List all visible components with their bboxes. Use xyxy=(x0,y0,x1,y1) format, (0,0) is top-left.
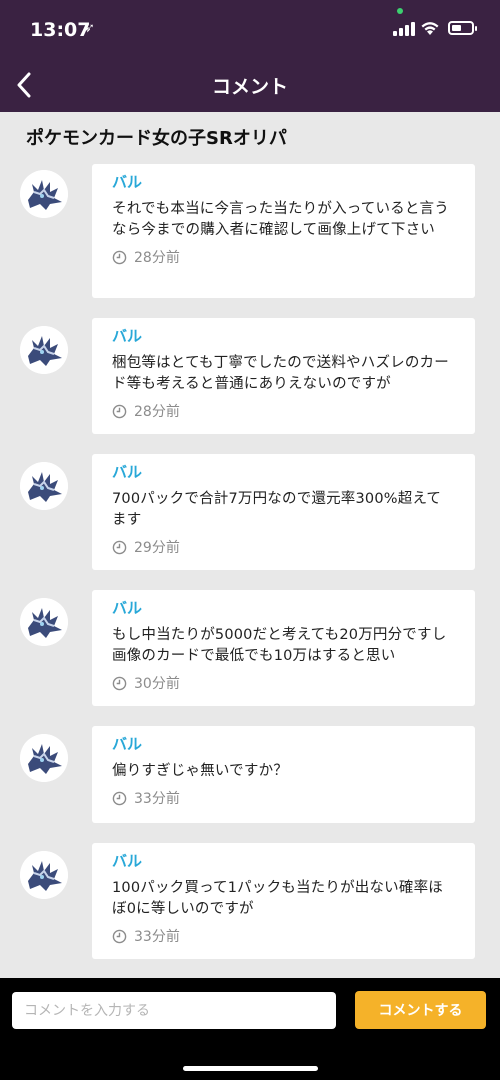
post-title: ポケモンカード女の子SRオリパ xyxy=(26,128,287,149)
comment-text: 100パック買って1パックも当たりが出ない確率ほぼ0に等しいのですが xyxy=(112,880,443,917)
comment-text: 700パックで合計7万円なので還元率300%超えてます xyxy=(112,491,442,528)
clock-icon xyxy=(112,404,127,418)
comment-time: 29分前 xyxy=(112,537,455,557)
clock-icon xyxy=(112,540,127,554)
avatar-dragon-icon xyxy=(20,598,68,646)
comment-time-label: 29分前 xyxy=(134,540,180,556)
status-time: 13:07 xyxy=(30,19,91,41)
avatar-dragon-icon xyxy=(20,170,68,218)
comment-time: 33分前 xyxy=(112,926,455,946)
comment-card: バル 700パックで合計7万円なので還元率300%超えてます 29分前 xyxy=(92,454,475,570)
comment-text: もし中当たりが5000だと考えても20万円分ですし画像のカードで最低でも10万は… xyxy=(112,627,447,664)
avatar-dragon-icon xyxy=(20,851,68,899)
comment-author[interactable]: バル xyxy=(112,734,455,754)
comment-author[interactable]: バル xyxy=(112,851,455,871)
comment-author[interactable]: バル xyxy=(112,598,455,618)
clock-icon xyxy=(112,676,127,690)
comment-card: バル 100パック買って1パックも当たりが出ない確率ほぼ0に等しいのですが 33… xyxy=(92,843,475,959)
battery-icon xyxy=(448,21,477,35)
home-indicator[interactable] xyxy=(183,1066,318,1071)
avatar-dragon-icon xyxy=(20,326,68,374)
avatar[interactable] xyxy=(20,170,68,218)
top-bar: 13:07 ➶ コメント xyxy=(0,0,500,112)
location-icon: ➶ xyxy=(84,21,95,36)
comment-time: 28分前 xyxy=(112,247,455,267)
comment-time-label: 28分前 xyxy=(134,250,180,266)
avatar[interactable] xyxy=(20,326,68,374)
comment-card: バル それでも本当に今言った当たりが入っていると言うなら今までの購入者に確認して… xyxy=(92,164,475,298)
avatar-dragon-icon xyxy=(20,734,68,782)
submit-comment-button[interactable]: コメントする xyxy=(355,991,486,1029)
avatar-dragon-icon xyxy=(20,462,68,510)
clock-icon xyxy=(112,250,127,264)
clock-icon xyxy=(112,791,127,805)
nav-title: コメント xyxy=(211,76,288,98)
comment-text: 梱包等はとても丁寧でしたので送料やハズレのカード等も考えると普通にありえないので… xyxy=(112,355,449,392)
avatar[interactable] xyxy=(20,851,68,899)
comment-author[interactable]: バル xyxy=(112,462,455,482)
privacy-indicator-icon xyxy=(397,8,403,14)
comment-time: 30分前 xyxy=(112,673,455,693)
avatar[interactable] xyxy=(20,462,68,510)
comment-author[interactable]: バル xyxy=(112,326,455,346)
comment-compose-bar: コメントする xyxy=(0,978,500,1080)
comment-author[interactable]: バル xyxy=(112,172,455,192)
comment-text: それでも本当に今言った当たりが入っていると言うなら今までの購入者に確認して画像上… xyxy=(112,201,449,238)
comment-time-label: 33分前 xyxy=(134,791,180,807)
avatar[interactable] xyxy=(20,598,68,646)
comment-time-label: 33分前 xyxy=(134,929,180,945)
wifi-icon xyxy=(421,22,439,35)
comment-input[interactable] xyxy=(12,992,336,1029)
avatar[interactable] xyxy=(20,734,68,782)
clock-icon xyxy=(112,929,127,943)
comment-time: 33分前 xyxy=(112,788,455,808)
comment-card: バル もし中当たりが5000だと考えても20万円分ですし画像のカードで最低でも1… xyxy=(92,590,475,706)
cellular-signal-icon xyxy=(393,22,415,36)
comment-time: 28分前 xyxy=(112,401,455,421)
comment-card: バル 偏りすぎじゃ無いですか？ 33分前 xyxy=(92,726,475,823)
comment-card: バル 梱包等はとても丁寧でしたので送料やハズレのカード等も考えると普通にありえな… xyxy=(92,318,475,434)
comment-time-label: 30分前 xyxy=(134,676,180,692)
comment-time-label: 28分前 xyxy=(134,404,180,420)
comment-text: 偏りすぎじゃ無いですか？ xyxy=(112,763,288,779)
